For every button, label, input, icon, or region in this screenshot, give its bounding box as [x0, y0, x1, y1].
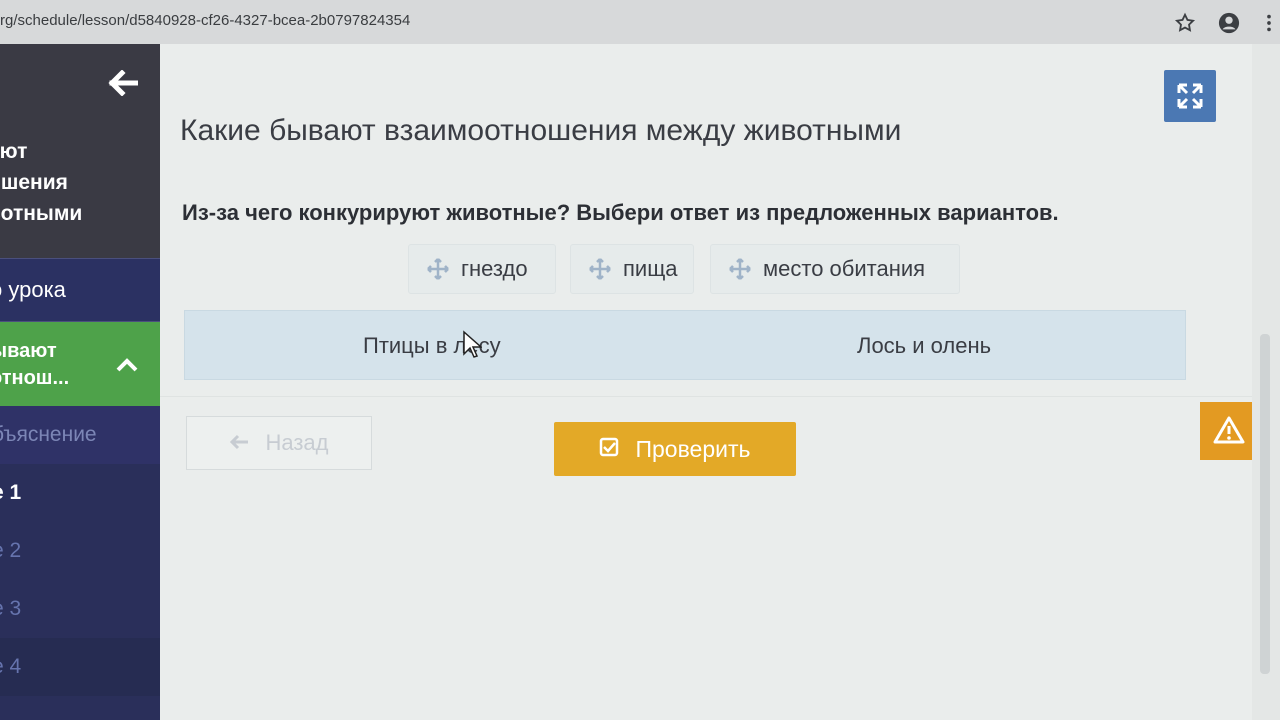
chip-label: гнездо [461, 256, 528, 281]
answer-chip-food[interactable]: пища [570, 244, 694, 294]
sidebar-item-task-2[interactable]: е 2 [0, 522, 160, 580]
sidebar-item-label: ывают отнош... [0, 338, 69, 392]
answer-chip-nest[interactable]: гнездо [408, 244, 556, 294]
lesson-title-line: вотными [0, 202, 83, 225]
sidebar-item-current-topic[interactable]: ывают отнош... [0, 322, 160, 406]
drop-zone-moose-deer[interactable]: Лось и олень [685, 311, 1185, 379]
sidebar-lesson-title: ают ошения вотными [0, 136, 146, 229]
browser-address-bar: rg/schedule/lesson/d5840928-cf26-4327-bc… [0, 0, 1280, 45]
lesson-title-line: ают [0, 140, 28, 163]
chip-label: пища [623, 256, 678, 281]
star-icon[interactable] [1174, 12, 1196, 34]
arrow-left-icon [229, 430, 249, 456]
active-line: ывают [0, 340, 57, 362]
move-icon [589, 258, 611, 280]
check-button[interactable]: Проверить [554, 422, 796, 476]
drop-zone-birds[interactable]: Птицы в лесу [185, 311, 685, 379]
scrollbar-thumb[interactable] [1260, 334, 1270, 674]
drop-zone-row: Птицы в лесу Лось и олень [184, 310, 1186, 380]
fullscreen-button[interactable] [1164, 70, 1216, 122]
answer-chip-habitat[interactable]: место обитания [710, 244, 960, 294]
checkbox-icon [599, 436, 619, 463]
sidebar-item-explanation[interactable]: бъяснение [0, 406, 160, 464]
check-button-label: Проверить [635, 435, 751, 462]
sidebar-item-task-4[interactable]: е 4 [0, 638, 160, 696]
question-text: Из-за чего конкурируют животные? Выбери … [182, 200, 1059, 225]
sidebar-item-task-3[interactable]: е 3 [0, 580, 160, 638]
sidebar-item-label: е 1 [0, 481, 22, 504]
scrollbar[interactable] [1252, 44, 1280, 720]
sidebar-item-label: бъяснение [0, 423, 97, 446]
sidebar-header: ают ошения вотными [0, 44, 160, 258]
sidebar-item-label: о урока [0, 277, 66, 302]
sidebar-item-plan[interactable]: о урока [0, 258, 160, 322]
sidebar-item-label: е 2 [0, 539, 22, 562]
sidebar-item-label: е 3 [0, 597, 22, 620]
expand-icon [1176, 82, 1204, 115]
menu-icon[interactable] [1258, 12, 1280, 34]
active-line: отнош... [0, 367, 70, 389]
mouse-cursor-icon [462, 330, 483, 360]
drop-zone-label: Лось и олень [857, 333, 992, 358]
url-text[interactable]: rg/schedule/lesson/d5840928-cf26-4327-bc… [0, 12, 410, 29]
account-icon[interactable] [1218, 12, 1240, 34]
report-problem-button[interactable] [1200, 402, 1258, 460]
sidebar-item-task-1[interactable]: е 1 [0, 464, 160, 522]
warning-icon [1213, 415, 1245, 450]
sidebar-item-label: е 4 [0, 655, 22, 678]
chip-label: место обитания [763, 256, 926, 281]
move-icon [729, 258, 751, 280]
chevron-up-icon[interactable] [116, 354, 138, 372]
arrow-left-icon[interactable] [108, 69, 139, 97]
divider [160, 396, 1280, 397]
move-icon [427, 258, 449, 280]
page-title: Какие бывают взаимоотношения между живот… [180, 114, 902, 147]
lesson-title-line: ошения [0, 171, 68, 194]
back-button-label: Назад [265, 430, 329, 455]
lesson-main: Какие бывают взаимоотношения между живот… [160, 44, 1280, 720]
back-button[interactable]: Назад [186, 416, 372, 470]
lesson-sidebar: ают ошения вотными о урока ывают отнош..… [0, 44, 160, 720]
